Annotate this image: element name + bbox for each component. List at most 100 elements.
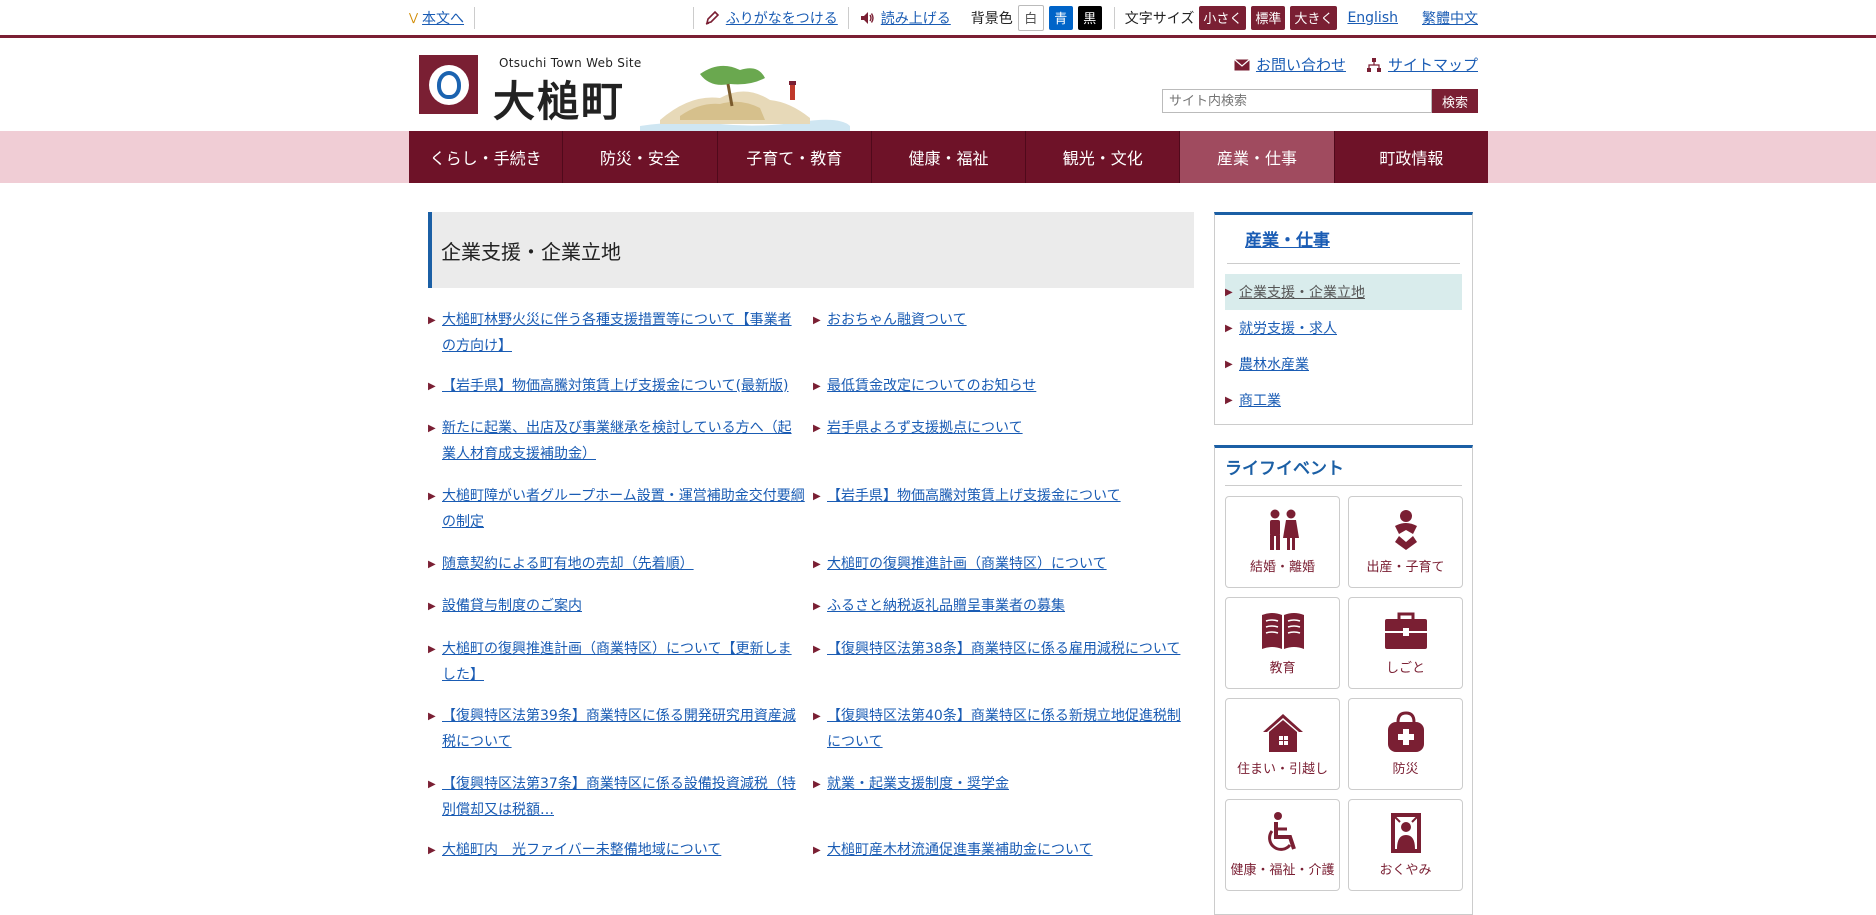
bg-black-button[interactable]: 黒: [1077, 5, 1102, 30]
sidebar-item-commerce[interactable]: ▶ 商工業: [1225, 382, 1462, 418]
life-tile-label: おくやみ: [1379, 863, 1432, 878]
skip-link[interactable]: 本文へ: [422, 8, 464, 28]
read-aloud-link[interactable]: 読み上げる: [881, 8, 951, 28]
lang-english-link[interactable]: English: [1347, 10, 1398, 26]
list-link[interactable]: 岩手県よろず支援拠点について: [827, 415, 1023, 441]
list-link[interactable]: 大槌町産木材流通促進事業補助金について: [827, 837, 1093, 863]
list-item: ▶ 【復興特区法第37条】商業特区に係る設備投資減税（特別償却又は税額…: [428, 771, 813, 837]
list-link[interactable]: 就業・起業支援制度・奨学金: [827, 771, 1009, 797]
triangle-bullet-icon: ▶: [813, 423, 821, 434]
triangle-bullet-icon: ▶: [813, 779, 821, 790]
list-item: ▶ おおちゃん融資ついて: [813, 307, 1194, 373]
list-link[interactable]: 大槌町林野火災に伴う各種支援措置等について【事業者の方向け】: [442, 307, 805, 359]
list-item: ▶ 設備貸与制度のご案内: [428, 593, 813, 636]
list-link[interactable]: 【岩手県】物価高騰対策賃上げ支援金について(最新版): [442, 373, 789, 399]
life-tile-welfare[interactable]: 健康・福祉・介護: [1225, 799, 1340, 891]
life-tile-label: 出産・子育て: [1366, 560, 1445, 575]
nav-item-living[interactable]: くらし・手続き: [409, 131, 564, 183]
font-small-button[interactable]: 小さく: [1199, 5, 1247, 30]
nav-item-tourism[interactable]: 観光・文化: [1026, 131, 1181, 183]
furigana-link[interactable]: ふりがなをつける: [726, 8, 838, 28]
emergency-bag-icon: [1387, 711, 1424, 752]
town-emblem-icon[interactable]: [419, 55, 478, 114]
life-tile-work[interactable]: しごと: [1348, 597, 1463, 689]
list-link[interactable]: 大槌町内 光ファイバー未整備地域について: [442, 837, 721, 863]
lang-chinese-link[interactable]: 繁體中文: [1422, 8, 1478, 28]
list-link[interactable]: 新たに起業、出店及び事業継承を検討している方へ（起業人材育成支援補助金）: [442, 415, 805, 467]
list-item: ▶ 大槌町内 光ファイバー未整備地域について: [428, 837, 813, 879]
triangle-bullet-icon: ▶: [813, 711, 821, 722]
bg-blue-button[interactable]: 青: [1048, 5, 1073, 30]
island-illustration-icon: [640, 65, 850, 134]
wheelchair-icon: [1267, 812, 1296, 851]
nav-item-industry[interactable]: 産業・仕事: [1180, 131, 1335, 183]
list-link[interactable]: 大槌町の復興推進計画（商業特区）について【更新しました】: [442, 636, 805, 688]
list-item: ▶ 大槌町産木材流通促進事業補助金について: [813, 837, 1194, 879]
triangle-bullet-icon: ▶: [1225, 358, 1233, 370]
utility-bar: ⋁ 本文へ ふりがなをつける 読み上げる 背景色 白 青 黒 文字サイズ 小さく…: [0, 0, 1876, 38]
life-tile-label: 結婚・離婚: [1249, 560, 1315, 575]
triangle-bullet-icon: ▶: [428, 491, 436, 502]
font-normal-button[interactable]: 標準: [1251, 5, 1286, 30]
list-link[interactable]: 【復興特区法第39条】商業特区に係る開発研究用資産減税について: [442, 703, 805, 755]
nav-item-health[interactable]: 健康・福祉: [871, 131, 1027, 183]
life-tile-condolence[interactable]: おくやみ: [1348, 799, 1463, 891]
triangle-bullet-icon: ▶: [1225, 286, 1233, 298]
sidebar-item-employment[interactable]: ▶ 就労支援・求人: [1225, 310, 1462, 346]
list-item: ▶ 大槌町障がい者グループホーム設置・運営補助金交付要綱の制定: [428, 483, 813, 551]
life-tile-education[interactable]: 教育: [1225, 597, 1340, 689]
font-large-button[interactable]: 大きく: [1290, 5, 1338, 30]
search-button[interactable]: 検索: [1432, 89, 1478, 113]
list-link[interactable]: おおちゃん融資ついて: [827, 307, 967, 333]
page-title: 企業支援・企業立地: [428, 212, 1194, 288]
list-item: ▶ 新たに起業、出店及び事業継承を検討している方へ（起業人材育成支援補助金）: [428, 415, 813, 483]
list-item: ▶ ふるさと納税返礼品贈呈事業者の募集: [813, 593, 1194, 636]
triangle-bullet-icon: ▶: [813, 845, 821, 856]
site-name[interactable]: 大槌町: [493, 68, 625, 129]
nav-item-education[interactable]: 子育て・教育: [717, 131, 872, 183]
list-link[interactable]: 大槌町の復興推進計画（商業特区）について: [827, 551, 1107, 577]
link-list: ▶ 大槌町林野火災に伴う各種支援措置等について【事業者の方向け】 ▶ おおちゃん融資…: [428, 307, 1194, 879]
skip-to-content[interactable]: ⋁ 本文へ: [409, 6, 476, 29]
nav-item-safety[interactable]: 防災・安全: [563, 131, 718, 183]
divider: [1113, 6, 1115, 29]
triangle-bullet-icon: ▶: [428, 779, 436, 790]
bg-white-button[interactable]: 白: [1017, 4, 1044, 31]
triangle-bullet-icon: ▶: [1225, 394, 1233, 406]
list-link[interactable]: 設備貸与制度のご案内: [442, 593, 582, 619]
sidebar-item-agriculture[interactable]: ▶ 農林水産業: [1225, 346, 1462, 382]
global-nav-band: くらし・手続き 防災・安全 子育て・教育 健康・福祉 観光・文化 産業・仕事 町…: [0, 131, 1876, 183]
triangle-bullet-icon: ▶: [1225, 322, 1233, 334]
life-tile-disaster[interactable]: 防災: [1348, 698, 1463, 790]
contact-link[interactable]: お問い合わせ: [1234, 54, 1346, 75]
sitemap-link[interactable]: サイトマップ: [1366, 54, 1478, 75]
list-link[interactable]: 随意契約による町有地の売却（先着順）: [442, 551, 694, 577]
list-link[interactable]: 大槌町障がい者グループホーム設置・運営補助金交付要綱の制定: [442, 483, 805, 535]
triangle-bullet-icon: ▶: [428, 559, 436, 570]
list-link[interactable]: ふるさと納税返礼品贈呈事業者の募集: [827, 593, 1065, 619]
book-icon: [1261, 613, 1304, 649]
read-aloud-button[interactable]: 読み上げる: [847, 6, 961, 29]
section-title-link[interactable]: 産業・仕事: [1245, 231, 1330, 251]
site-search: 検索: [1162, 89, 1478, 113]
list-item: ▶ 【岩手県】物価高騰対策賃上げ支援金について(最新版): [428, 373, 813, 415]
triangle-bullet-icon: ▶: [813, 381, 821, 392]
nav-item-government[interactable]: 町政情報: [1334, 131, 1488, 183]
sidebar-item-corporate-support[interactable]: ▶ 企業支援・企業立地: [1225, 274, 1462, 310]
life-events-title: ライフイベント: [1225, 454, 1462, 486]
furigana-toggle[interactable]: ふりがなをつける: [692, 6, 848, 29]
triangle-bullet-icon: ▶: [428, 644, 436, 655]
search-input[interactable]: [1162, 89, 1432, 113]
list-link[interactable]: 最低賃金改定についてのお知らせ: [827, 373, 1036, 399]
section-menu: 産業・仕事 ▶ 企業支援・企業立地 ▶ 就労支援・求人 ▶ 農林水産業 ▶ 商工業: [1214, 212, 1473, 425]
list-link[interactable]: 【復興特区法第38条】商業特区に係る雇用減税について: [827, 636, 1180, 662]
font-size-label: 文字サイズ: [1124, 10, 1195, 27]
list-link[interactable]: 【岩手県】物価高騰対策賃上げ支援金について: [827, 483, 1121, 509]
life-tile-childbirth[interactable]: 出産・子育て: [1348, 496, 1463, 588]
list-link[interactable]: 【復興特区法第40条】商業特区に係る新規立地促進税制について: [827, 703, 1186, 755]
life-tile-housing[interactable]: 住まい・引越し: [1225, 698, 1340, 790]
life-tile-label: 防災: [1392, 762, 1419, 777]
list-link[interactable]: 【復興特区法第37条】商業特区に係る設備投資減税（特別償却又は税額…: [442, 771, 805, 823]
life-tile-marriage[interactable]: 結婚・離婚: [1225, 496, 1340, 588]
triangle-bullet-icon: ▶: [813, 315, 821, 326]
